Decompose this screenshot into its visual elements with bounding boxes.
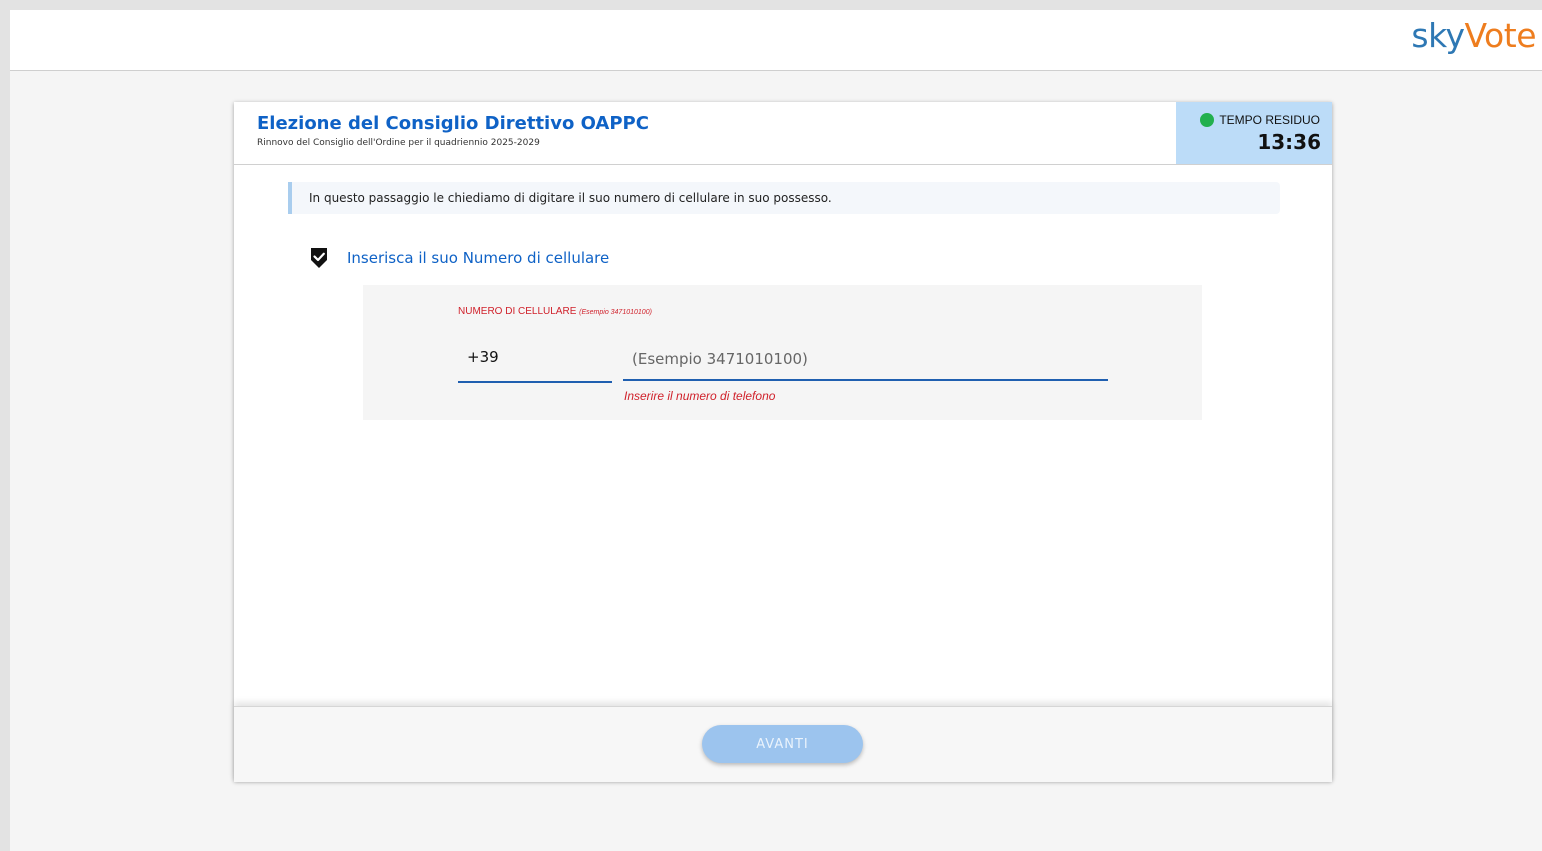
top-bar: skyVote [10,10,1542,71]
info-text: In questo passaggio le chiediamo di digi… [309,191,832,205]
logo-text-vote: Vote [1464,16,1537,55]
remaining-time-panel: TEMPO RESIDUO 13:36 [1176,102,1332,164]
phone-form-panel: NUMERO DI CELLULARE (Esempio 3471010100)… [363,285,1202,420]
phone-field-label-text: NUMERO DI CELLULARE [458,306,577,317]
page-title: Elezione del Consiglio Direttivo OAPPC [257,113,649,134]
logo-text-sky: sky [1411,16,1465,55]
card-footer: AVANTI [234,706,1332,782]
timer-value: 13:36 [1257,130,1321,154]
card-header: Elezione del Consiglio Direttivo OAPPC R… [234,102,1332,165]
page-subtitle: Rinnovo del Consiglio dell'Ordine per il… [257,138,540,148]
next-button[interactable]: AVANTI [702,725,863,763]
status-dot-icon [1200,113,1214,127]
page: skyVote Elezione del Consiglio Direttivo… [10,10,1542,851]
phone-field-label-hint: (Esempio 3471010100) [579,309,652,316]
country-prefix-field[interactable]: +39 [458,338,612,383]
phone-number-input[interactable] [623,338,1108,381]
timer-label: TEMPO RESIDUO [1219,113,1320,127]
phone-field-label: NUMERO DI CELLULARE (Esempio 3471010100) [458,306,652,317]
section-title: Inserisca il suo Numero di cellulare [347,249,610,267]
info-box: In questo passaggio le chiediamo di digi… [288,182,1280,214]
shield-check-icon [311,248,327,268]
skyvote-logo: skyVote [1411,14,1536,58]
country-prefix-value: +39 [467,348,499,366]
phone-error-message: Inserire il numero di telefono [624,389,776,403]
election-card: Elezione del Consiglio Direttivo OAPPC R… [234,102,1332,782]
